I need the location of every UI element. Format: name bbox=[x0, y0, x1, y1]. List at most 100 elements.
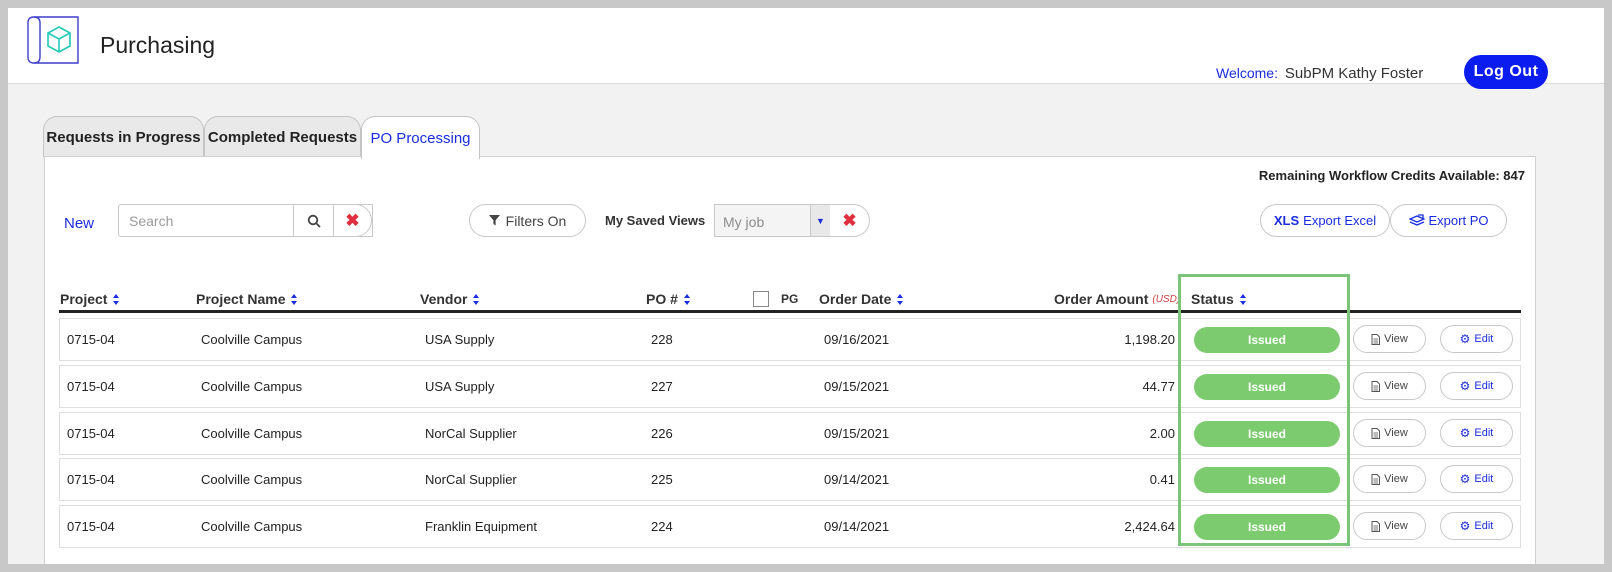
app-title: Purchasing bbox=[100, 32, 216, 58]
export-po-label: Export PO bbox=[1428, 213, 1489, 228]
close-icon: ✖ bbox=[842, 210, 857, 230]
view-label: View bbox=[1384, 427, 1408, 439]
new-button[interactable]: New bbox=[64, 215, 94, 232]
po-processing-panel: Remaining Workflow Credits Available: 84… bbox=[44, 156, 1536, 564]
clear-saved-view-button[interactable]: ✖ bbox=[830, 204, 870, 237]
edit-button[interactable]: ⚙ Edit bbox=[1440, 419, 1513, 447]
cell-order-date: 09/16/2021 bbox=[824, 332, 890, 347]
filter-icon bbox=[488, 215, 500, 226]
document-icon bbox=[1371, 333, 1381, 345]
pg-label: PG bbox=[781, 292, 799, 306]
tab-requests-in-progress[interactable]: Requests in Progress bbox=[43, 116, 204, 157]
table-row[interactable]: 0715-04 Coolville Campus USA Supply 228 09/1… bbox=[59, 318, 1521, 361]
column-header-project-name[interactable]: Project Name bbox=[196, 291, 298, 307]
column-label: Vendor bbox=[420, 291, 468, 307]
sort-icon[interactable] bbox=[897, 293, 904, 305]
logout-button[interactable]: Log Out bbox=[1464, 55, 1548, 89]
edit-label: Edit bbox=[1474, 427, 1494, 439]
document-icon bbox=[1371, 380, 1381, 392]
filters-button[interactable]: Filters On bbox=[469, 204, 586, 237]
status-badge: Issued bbox=[1194, 374, 1340, 400]
column-header-po-number[interactable]: PO # bbox=[646, 291, 691, 307]
cell-vendor: NorCal Supplier bbox=[425, 426, 517, 441]
edit-label: Edit bbox=[1474, 333, 1494, 345]
cell-vendor: NorCal Supplier bbox=[425, 472, 517, 487]
saved-view-select[interactable]: My job ▼ bbox=[714, 204, 831, 237]
cell-vendor: Franklin Equipment bbox=[425, 519, 537, 534]
cell-order-amount: 2.00 bbox=[1149, 426, 1175, 441]
view-button[interactable]: View bbox=[1353, 512, 1426, 540]
saved-view-value: My job bbox=[723, 214, 765, 230]
sort-icon[interactable] bbox=[683, 293, 691, 305]
export-po-button[interactable]: Export PO bbox=[1390, 204, 1507, 237]
document-icon bbox=[1371, 520, 1381, 532]
table-row[interactable]: 0715-04 Coolville Campus NorCal Supplier 22… bbox=[59, 412, 1521, 455]
view-button[interactable]: View bbox=[1353, 372, 1426, 400]
tab-completed-requests[interactable]: Completed Requests bbox=[204, 116, 361, 157]
export-icon bbox=[1408, 214, 1425, 226]
column-header-vendor[interactable]: Vendor bbox=[420, 291, 480, 307]
table-row[interactable]: 0715-04 Coolville Campus USA Supply 227 09/1… bbox=[59, 365, 1521, 408]
cell-project: 0715-04 bbox=[67, 519, 115, 534]
cell-order-date: 09/15/2021 bbox=[824, 379, 890, 394]
tab-po-processing[interactable]: PO Processing bbox=[361, 116, 480, 159]
welcome-label: Welcome: bbox=[1216, 65, 1278, 81]
edit-button[interactable]: ⚙ Edit bbox=[1440, 465, 1513, 493]
status-badge: Issued bbox=[1194, 421, 1340, 447]
sort-icon[interactable] bbox=[473, 293, 480, 305]
view-button[interactable]: View bbox=[1353, 325, 1426, 353]
header-divider bbox=[59, 310, 1521, 313]
cell-order-date: 09/14/2021 bbox=[824, 519, 890, 534]
cell-order-amount: 1,198.20 bbox=[1124, 332, 1175, 347]
status-badge: Issued bbox=[1194, 327, 1340, 353]
pg-checkbox[interactable] bbox=[753, 291, 769, 307]
column-label: Order Amount bbox=[1054, 291, 1149, 307]
gear-icon: ⚙ bbox=[1459, 472, 1471, 486]
table-row[interactable]: 0715-04 Coolville Campus Franklin Equipmen… bbox=[59, 505, 1521, 548]
close-icon: ✖ bbox=[345, 210, 360, 230]
export-excel-label: Export Excel bbox=[1303, 213, 1377, 228]
search-button[interactable] bbox=[293, 204, 334, 237]
cell-order-amount: 0.41 bbox=[1149, 472, 1175, 487]
cell-vendor: USA Supply bbox=[425, 379, 495, 394]
view-button[interactable]: View bbox=[1353, 419, 1426, 447]
sort-icon[interactable] bbox=[1239, 293, 1247, 305]
view-label: View bbox=[1384, 473, 1408, 485]
column-header-order-date[interactable]: Order Date bbox=[819, 291, 904, 307]
column-label: PO # bbox=[646, 291, 678, 307]
cell-order-amount: 2,424.64 bbox=[1124, 519, 1175, 534]
clear-search-button[interactable]: ✖ bbox=[333, 204, 372, 237]
gear-icon: ⚙ bbox=[1459, 379, 1471, 393]
column-label: Project Name bbox=[196, 291, 286, 307]
column-header-status[interactable]: Status bbox=[1191, 291, 1247, 307]
cell-po-number: 227 bbox=[651, 379, 673, 394]
status-badge: Issued bbox=[1194, 514, 1340, 540]
top-bar: Purchasing Welcome: SubPM Kathy Foster L… bbox=[8, 8, 1604, 89]
column-label: Project bbox=[60, 291, 108, 307]
cell-project-name: Coolville Campus bbox=[201, 332, 303, 347]
cell-po-number: 226 bbox=[651, 426, 673, 441]
credits-info: Remaining Workflow Credits Available: 84… bbox=[1258, 168, 1525, 183]
cell-order-date: 09/14/2021 bbox=[824, 472, 890, 487]
table-row[interactable]: 0715-04 Coolville Campus NorCal Supplier 22… bbox=[59, 458, 1521, 501]
cell-po-number: 224 bbox=[651, 519, 673, 534]
view-label: View bbox=[1384, 333, 1408, 345]
sort-icon[interactable] bbox=[113, 293, 120, 305]
cell-project-name: Coolville Campus bbox=[201, 519, 303, 534]
view-button[interactable]: View bbox=[1353, 465, 1426, 493]
user-name: SubPM Kathy Foster bbox=[1284, 65, 1424, 82]
status-badge: Issued bbox=[1194, 467, 1340, 493]
gear-icon: ⚙ bbox=[1459, 519, 1471, 533]
cell-project-name: Coolville Campus bbox=[201, 472, 303, 487]
sort-icon[interactable] bbox=[291, 293, 298, 305]
cell-project: 0715-04 bbox=[67, 379, 115, 394]
document-icon bbox=[1371, 473, 1381, 485]
export-excel-button[interactable]: XLS Export Excel bbox=[1260, 204, 1390, 237]
edit-button[interactable]: ⚙ Edit bbox=[1440, 372, 1513, 400]
edit-button[interactable]: ⚙ Edit bbox=[1440, 325, 1513, 353]
filters-label: Filters On bbox=[505, 212, 567, 229]
column-header-project[interactable]: Project bbox=[60, 291, 120, 307]
column-header-order-amount[interactable]: Order Amount (USD) bbox=[1054, 291, 1180, 307]
cell-project: 0715-04 bbox=[67, 332, 115, 347]
edit-button[interactable]: ⚙ Edit bbox=[1440, 512, 1513, 540]
